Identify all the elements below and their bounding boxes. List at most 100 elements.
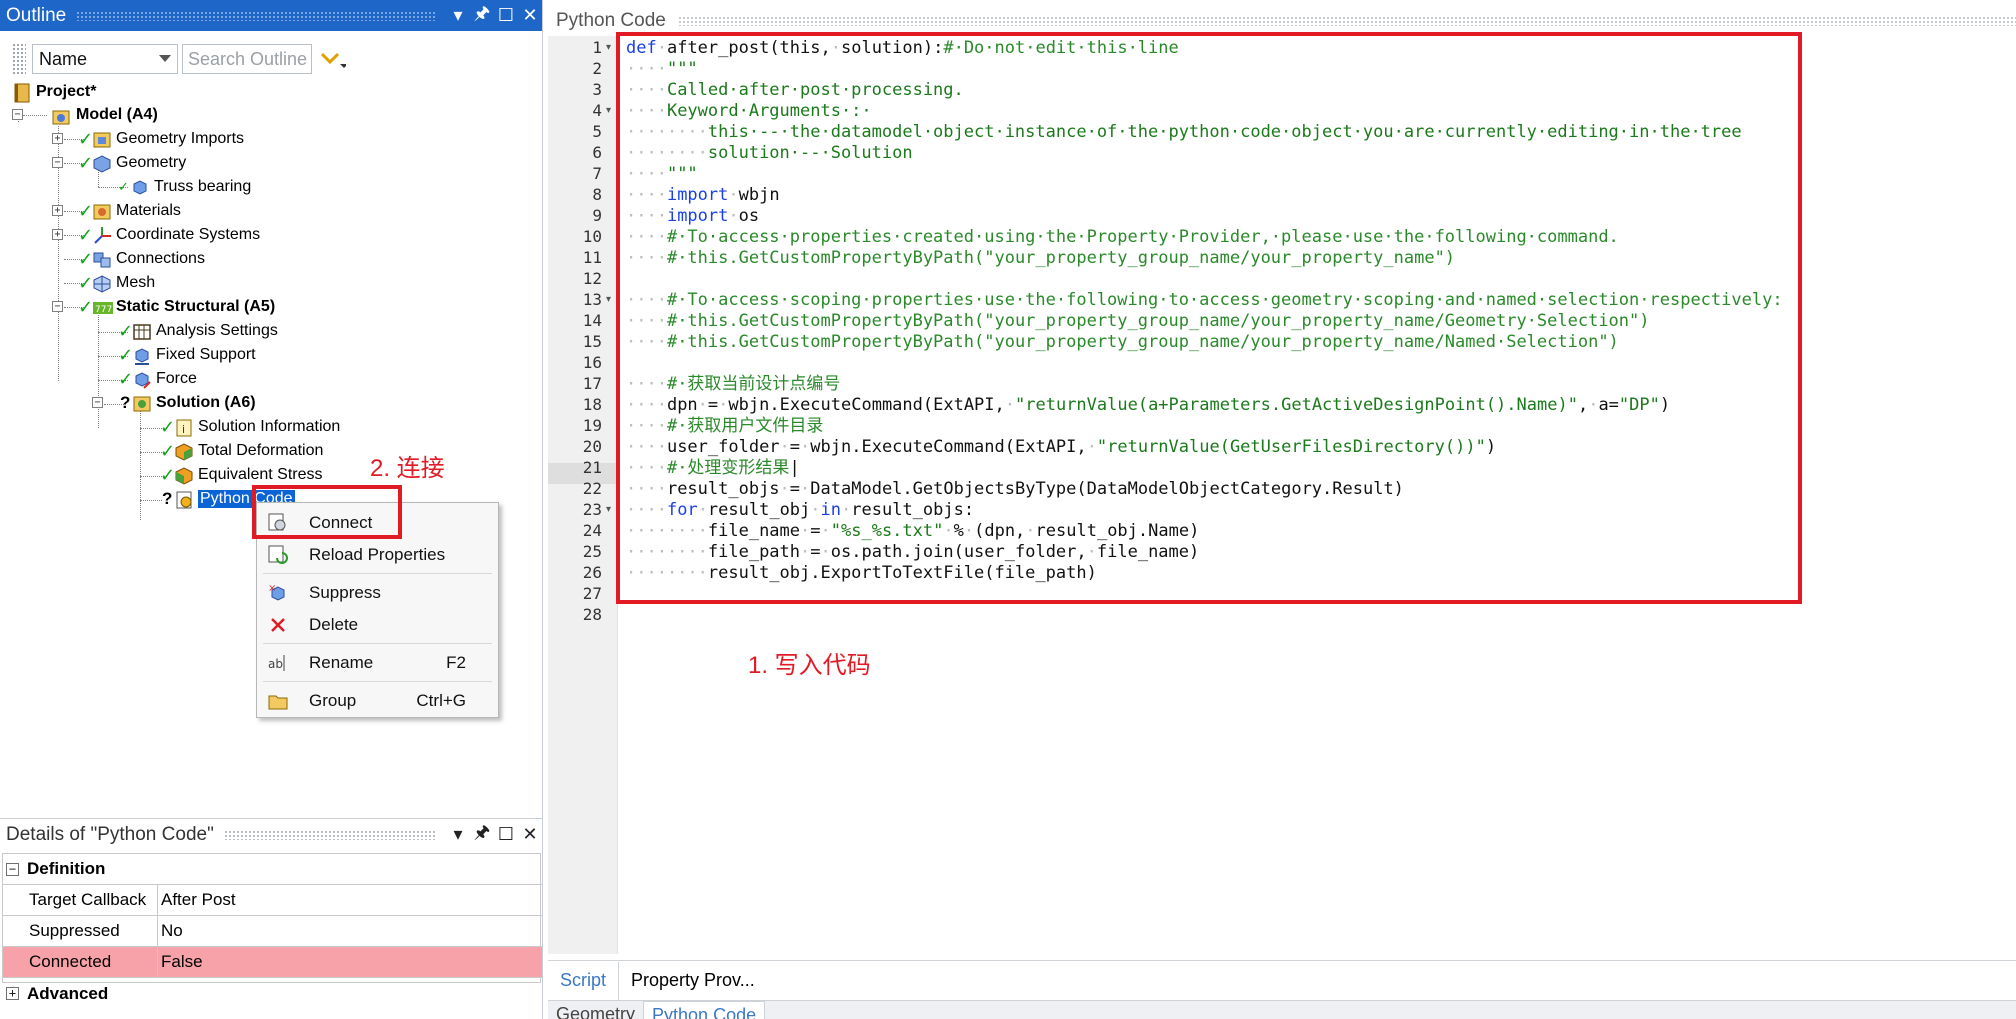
expand-toggle[interactable]: + <box>6 987 19 1000</box>
solution-information-icon: i <box>174 418 194 437</box>
maximize-icon[interactable]: ☐ <box>494 5 518 26</box>
outline-title: Outline <box>6 4 67 26</box>
fold-toggle-icon[interactable]: ▾ <box>606 105 611 116</box>
menu-label: Delete <box>309 615 359 634</box>
close-icon[interactable]: ✕ <box>518 5 542 26</box>
tab-python-code[interactable]: Python Code <box>643 1001 766 1019</box>
property-value[interactable]: No <box>161 916 183 946</box>
menu-item-group[interactable]: Group Ctrl+G <box>257 685 498 717</box>
analysis-settings-icon <box>132 322 152 340</box>
dropdown-icon[interactable]: ▾ <box>446 5 470 26</box>
tree-label: Force <box>156 370 197 387</box>
highlight-box-code <box>616 32 1802 604</box>
tree-item-solution-information[interactable]: ✓ i Solution Information <box>160 415 340 439</box>
dropdown-icon[interactable]: ▾ <box>446 824 470 845</box>
property-value[interactable]: False <box>161 947 203 977</box>
details-row-suppressed[interactable]: Suppressed No <box>3 916 542 947</box>
tab-property-provider[interactable]: Property Prov... <box>619 962 767 1000</box>
tree-item-solution[interactable]: ? Solution (A6) <box>120 391 256 415</box>
details-row-target-callback[interactable]: Target Callback After Post <box>3 885 542 916</box>
line-number: 11 <box>582 248 602 267</box>
collapse-toggle[interactable]: − <box>12 109 23 120</box>
svg-text:×: × <box>268 583 276 594</box>
expand-toggle[interactable]: + <box>52 229 63 240</box>
header-grip[interactable] <box>223 829 436 840</box>
tree-item-connections[interactable]: ✓ Connections <box>78 247 205 271</box>
property-value[interactable]: After Post <box>161 885 236 915</box>
tree-item-project[interactable]: Project* <box>12 80 96 104</box>
editor-title: Python Code <box>556 10 666 31</box>
menu-shortcut: Ctrl+G <box>416 691 466 710</box>
pin-icon[interactable]: 🖈 <box>470 1 494 31</box>
details-panel: Details of "Python Code" ▾ 🖈 ☐ ✕ − Defin… <box>0 818 543 1019</box>
force-icon <box>132 370 152 389</box>
details-section-definition[interactable]: − Definition <box>3 854 542 885</box>
check-icon: ✓ <box>118 344 134 365</box>
collapse-toggle[interactable]: − <box>52 301 63 312</box>
annotation-step2: 2. 连接 <box>370 455 445 482</box>
details-row-connected[interactable]: Connected False <box>3 947 542 978</box>
menu-item-delete[interactable]: Delete <box>257 609 498 641</box>
tree-item-model[interactable]: Model (A4) <box>52 103 158 127</box>
tree-item-mesh[interactable]: ✓ Mesh <box>78 271 155 295</box>
fold-toggle-icon[interactable]: ▾ <box>606 42 611 53</box>
project-book-icon <box>12 83 32 103</box>
reload-icon <box>267 544 289 566</box>
section-label: Definition <box>27 859 106 878</box>
highlight-box-connect <box>252 485 402 539</box>
tab-geometry[interactable]: Geometry <box>548 1001 643 1019</box>
line-number: 6 <box>592 143 602 162</box>
check-icon: ✓ <box>160 440 176 461</box>
search-outline-input[interactable]: Search Outline <box>182 44 312 74</box>
line-number: 28 <box>582 605 602 624</box>
menu-label: Reload Properties <box>309 545 446 564</box>
search-placeholder: Search Outline <box>188 48 308 69</box>
filter-chevron-icon[interactable] <box>320 50 346 68</box>
svg-text:i: i <box>182 423 185 436</box>
expand-toggle[interactable]: + <box>52 133 63 144</box>
pin-icon[interactable]: 🖈 <box>470 820 494 850</box>
tree-item-force[interactable]: ✓ Force <box>118 367 197 391</box>
check-icon: ✓ <box>160 416 176 437</box>
tree-item-geometry-imports[interactable]: ✓ Geometry Imports <box>78 127 244 151</box>
tree-item-analysis-settings[interactable]: ✓ Analysis Settings <box>118 319 278 343</box>
fold-toggle-icon[interactable]: ▾ <box>606 504 611 515</box>
header-grip[interactable] <box>677 16 2016 26</box>
tree-item-materials[interactable]: ✓ Materials <box>78 199 181 223</box>
tree-item-equivalent-stress[interactable]: ✓ Equivalent Stress <box>160 463 323 487</box>
fold-toggle-icon[interactable]: ▾ <box>606 294 611 305</box>
tree-item-coordinate-systems[interactable]: ✓ Coordinate Systems <box>78 223 260 247</box>
menu-item-reload-properties[interactable]: Reload Properties <box>257 539 498 571</box>
tree-item-static-structural[interactable]: ✓ 777 Static Structural (A5) <box>78 295 275 319</box>
tree-item-geometry[interactable]: ✓ Geometry <box>78 151 186 175</box>
name-filter-value: Name <box>39 48 88 69</box>
line-number: 16 <box>582 353 602 372</box>
tree-item-total-deformation[interactable]: ✓ Total Deformation <box>160 439 323 463</box>
tab-script[interactable]: Script <box>548 961 620 1000</box>
expand-toggle[interactable]: + <box>52 205 63 216</box>
close-icon[interactable]: ✕ <box>518 824 542 845</box>
tree-label: Coordinate Systems <box>116 226 261 243</box>
tree-item-truss-bearing[interactable]: ✓ Truss bearing <box>118 175 251 199</box>
outline-header: Outline ▾ 🖈 ☐ ✕ <box>0 0 542 31</box>
collapse-toggle[interactable]: − <box>92 397 103 408</box>
mesh-icon <box>92 274 112 293</box>
name-filter-select[interactable]: Name <box>32 44 178 74</box>
line-number: 15 <box>582 332 602 351</box>
python-code-icon <box>174 490 194 509</box>
details-section-advanced[interactable]: + Advanced <box>3 978 542 1009</box>
collapse-toggle[interactable]: − <box>6 862 19 876</box>
tree-item-fixed-support[interactable]: ✓ Fixed Support <box>118 343 256 367</box>
static-structural-icon: 777 <box>92 298 113 316</box>
menu-item-suppress[interactable]: × Suppress <box>257 577 498 609</box>
fixed-support-icon <box>132 346 152 365</box>
menu-item-rename[interactable]: ab Rename F2 <box>257 647 498 679</box>
collapse-toggle[interactable]: − <box>52 157 63 168</box>
rename-icon: ab <box>267 652 289 674</box>
tree-label: Fixed Support <box>156 346 256 363</box>
header-grip[interactable] <box>76 10 436 21</box>
line-number: 20 <box>582 437 602 456</box>
chevron-down-icon <box>159 55 171 62</box>
maximize-icon[interactable]: ☐ <box>494 824 518 845</box>
toolbar-grip[interactable] <box>12 43 26 75</box>
